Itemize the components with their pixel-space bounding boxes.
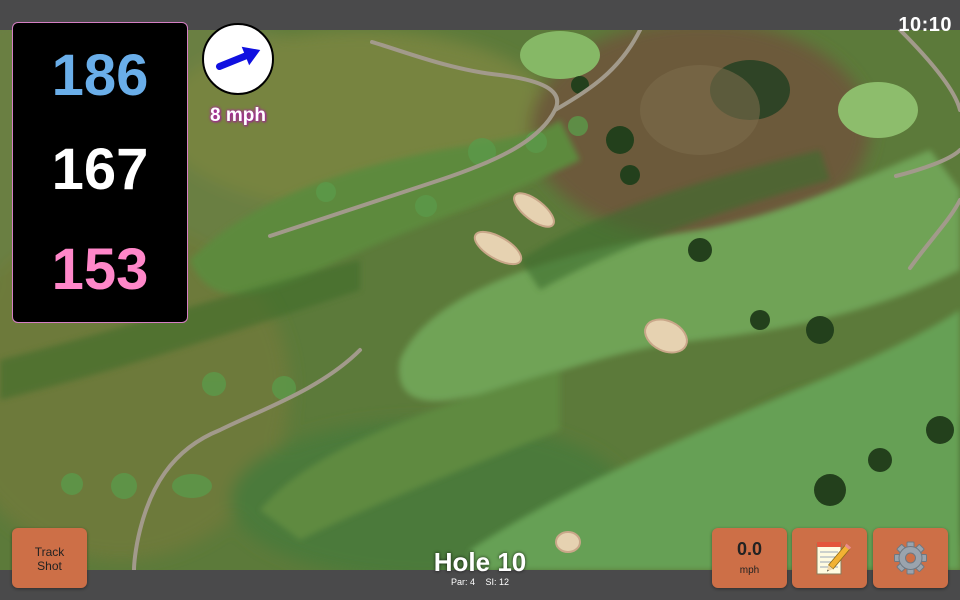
notes-button[interactable]: [792, 528, 867, 588]
hole-info: Par: 4 SI: 12: [380, 577, 580, 587]
speed-button[interactable]: 0.0 mph: [712, 528, 787, 588]
settings-button[interactable]: [873, 528, 948, 588]
speed-value: 0.0: [736, 539, 763, 559]
track-shot-label: Track Shot: [34, 545, 65, 573]
hole-title: Hole 10: [433, 547, 527, 577]
hole-par: Par: 4: [450, 577, 475, 587]
distance-panel: 186 167 153: [12, 22, 188, 323]
wind-indicator: [202, 23, 274, 95]
speed-unit: mph: [739, 565, 760, 576]
track-shot-button[interactable]: Track Shot: [12, 528, 87, 588]
hole-si: SI: 12: [485, 577, 510, 587]
arrow-icon: [215, 46, 261, 70]
clock: 10:10: [898, 14, 952, 36]
gear-icon: [894, 541, 927, 575]
wind-speed: 8 mph: [210, 105, 266, 126]
distance-middle: 167: [51, 137, 149, 202]
notepad-icon: [816, 542, 852, 575]
distance-back: 186: [51, 43, 149, 108]
distance-front: 153: [51, 237, 149, 302]
